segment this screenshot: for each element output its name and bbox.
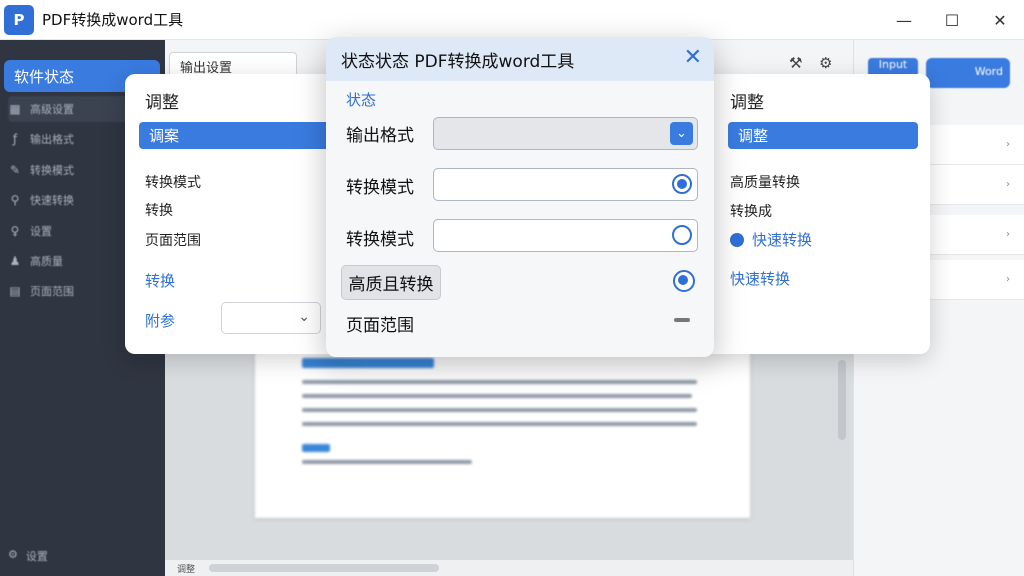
left-card-selected-item[interactable]: 调案 [139,122,339,149]
title-bar: P PDF转换成word工具 — ☐ ✕ [0,0,1024,40]
chevron-right-icon: › [1006,229,1010,240]
radio-button-unselected[interactable] [672,225,692,245]
right-card-line[interactable]: 转换成 [730,201,772,221]
convert-mode-field-2[interactable] [433,219,698,252]
chevron-down-icon[interactable]: ⌄ [670,122,693,145]
left-card-line[interactable]: 转换模式 [145,172,201,192]
radio-button-selected[interactable] [672,174,692,194]
window-controls: — ☐ ✕ [880,0,1024,40]
f-icon: ƒ [12,132,18,146]
chevron-right-icon: › [1006,274,1010,285]
right-card-line[interactable]: 高质量转换 [730,172,800,192]
chevron-down-icon: ⌄ [298,309,310,325]
status-bar: 调整 [165,560,853,576]
chevron-right-icon: › [1006,179,1010,190]
right-card-title: 调整 [730,93,764,113]
output-format-label: 输出格式 [346,126,414,146]
left-card-footer-label: 附参 [145,312,176,330]
sidebar-bottom-settings[interactable]: ⚙ 设置 [8,548,48,564]
convert-mode-label-1: 转换模式 [346,178,414,198]
window-title: PDF转换成word工具 [42,11,184,29]
maximize-button[interactable]: ☐ [928,0,976,40]
word-button[interactable]: Word [926,58,1010,88]
output-format-select[interactable]: ⌄ [433,117,698,150]
left-card-title: 调整 [145,93,179,113]
sidebar-item-label: 转换模式 [30,164,74,177]
radio-option-label: 快速转换 [752,231,813,249]
high-quality-convert-button[interactable]: 高质且转换 [341,265,441,300]
people-icon: ♟ [9,254,21,268]
right-settings-card: 调整 调整 高质量转换 转换成 快速转换 快速转换 [700,74,930,354]
dialog-subtitle: 状态 [346,91,377,109]
left-card-line[interactable]: 页面范围 [145,230,201,250]
chevron-right-icon: › [1006,139,1010,150]
sidebar-item-label: 高质量 [30,255,63,268]
left-settings-card: 调整 调案 转换模式 转换 页面范围 转换 附参 ⌄ [125,74,345,354]
left-card-link[interactable]: 转换 [145,270,175,291]
radio-selected-icon [730,233,744,247]
right-card-selected-item[interactable]: 调整 [728,122,918,149]
right-card-radio-option[interactable]: 快速转换 [730,229,812,250]
document-preview [255,348,750,518]
sidebar-item-label: 页面范围 [30,285,74,298]
high-quality-radio[interactable] [673,270,695,292]
right-card-link[interactable]: 快速转换 [730,268,790,289]
left-card-select[interactable]: ⌄ [221,302,321,334]
sidebar-active-label: 软件状态 [14,67,75,86]
dialog-close-icon[interactable]: ✕ [684,44,702,72]
gear-tool-icon[interactable]: ⚙ [819,54,832,72]
sidebar-item-label: 输出格式 [30,133,74,146]
status-label: 调整 [177,564,196,575]
grid-icon: ▦ [9,102,21,116]
sidebar-item-label: 高级设置 [30,103,74,116]
close-button[interactable]: ✕ [976,0,1024,40]
minus-icon[interactable] [674,318,690,322]
horizontal-scrollbar[interactable] [209,564,440,572]
sidebar-item-label: 快速转换 [30,194,74,207]
vertical-scrollbar[interactable] [838,360,846,440]
dialog-header: 状态状态 PDF转换成word工具 ✕ [326,37,714,81]
app-logo-icon: P [4,4,34,35]
bulb-icon: ♀ [10,224,20,238]
wrench-icon: ✎ [9,163,21,177]
dialog-title: 状态状态 PDF转换成word工具 [341,52,575,72]
conversion-dialog: 状态状态 PDF转换成word工具 ✕ 状态 输出格式 ⌄ 转换模式 转换模式 … [326,37,714,357]
gear-icon: ⚙ [8,548,18,561]
page-range-label: 页面范围 [346,316,414,336]
pin-icon: ⚲ [10,193,20,207]
sidebar-item-label: 设置 [30,225,52,238]
doc-icon: ▤ [9,284,21,298]
minimize-button[interactable]: — [880,0,928,40]
wrench-tool-icon[interactable]: ⚒ [789,54,802,72]
sidebar-bottom-label: 设置 [25,550,48,563]
left-card-line[interactable]: 转换 [145,200,173,220]
convert-mode-label-2: 转换模式 [346,230,414,250]
convert-mode-field-1[interactable] [433,168,698,201]
